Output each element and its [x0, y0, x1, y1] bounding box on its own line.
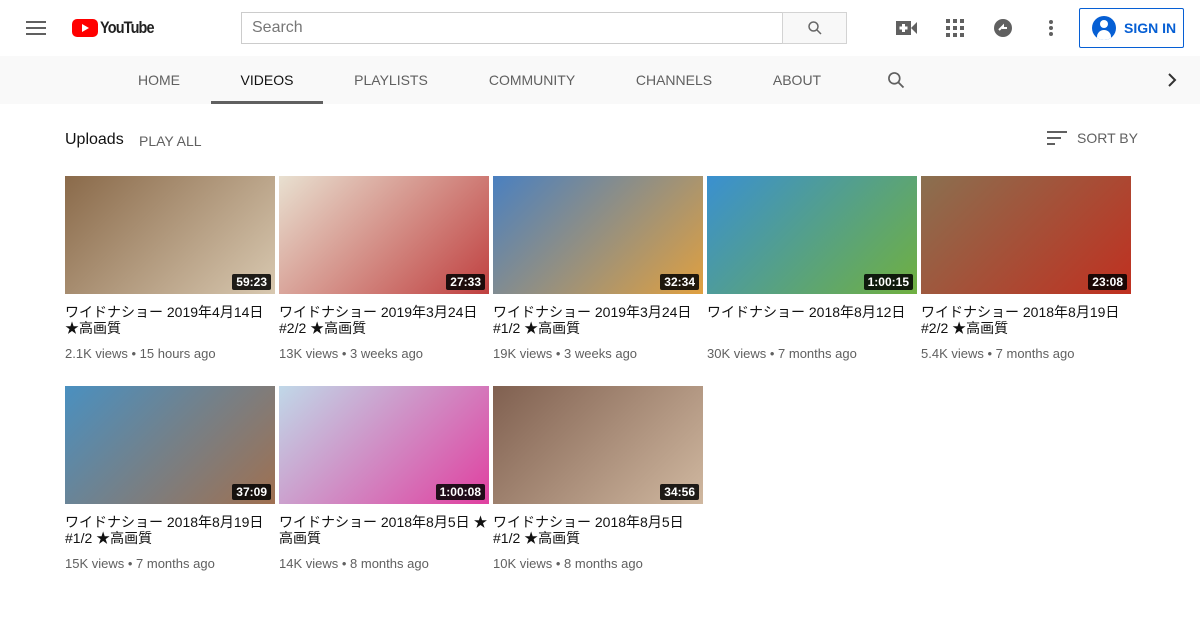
- video-duration: 34:56: [660, 484, 699, 500]
- view-count: 14K views: [279, 556, 339, 571]
- video-thumbnail[interactable]: 23:08: [921, 176, 1131, 294]
- tab-about[interactable]: ABOUT: [762, 56, 832, 104]
- channel-tabs: HOME VIDEOS PLAYLISTS COMMUNITY CHANNELS…: [0, 56, 1200, 104]
- video-meta: 5.4K views • 7 months ago: [921, 346, 1075, 361]
- video-title[interactable]: ワイドナショー 2018年8月5日 #1/2 ★高画質: [493, 514, 703, 546]
- chevron-right-icon[interactable]: [1162, 56, 1182, 104]
- video-title[interactable]: ワイドナショー 2018年8月19日 #1/2 ★高画質: [65, 514, 275, 546]
- video-meta: 13K views • 3 weeks ago: [279, 346, 424, 361]
- upload-age: 3 weeks ago: [564, 346, 638, 361]
- video-card[interactable]: 1:00:08 ワイドナショー 2018年8月5日 ★高画質 14K views…: [279, 386, 489, 571]
- view-count: 30K views: [707, 346, 767, 361]
- tab-community[interactable]: COMMUNITY: [477, 56, 587, 104]
- messages-icon[interactable]: [991, 16, 1015, 40]
- video-thumbnail[interactable]: 1:00:08: [279, 386, 489, 504]
- video-card[interactable]: 27:33 ワイドナショー 2019年3月24日 #2/2 ★高画質 13K v…: [279, 176, 489, 361]
- create-video-icon[interactable]: [895, 16, 919, 40]
- video-card[interactable]: 59:23 ワイドナショー 2019年4月14日 ★高画質 2.1K views…: [65, 176, 275, 361]
- video-meta: 14K views • 8 months ago: [279, 556, 429, 571]
- upload-age: 8 months ago: [350, 556, 429, 571]
- video-title[interactable]: ワイドナショー 2018年8月19日 #2/2 ★高画質: [921, 304, 1131, 336]
- view-count: 15K views: [65, 556, 125, 571]
- upload-age: 8 months ago: [564, 556, 643, 571]
- section-title: Uploads: [65, 131, 124, 148]
- view-count: 19K views: [493, 346, 553, 361]
- video-thumbnail[interactable]: 37:09: [65, 386, 275, 504]
- upload-age: 7 months ago: [136, 556, 215, 571]
- video-duration: 1:00:15: [863, 274, 913, 290]
- video-thumbnail[interactable]: 1:00:15: [707, 176, 917, 294]
- video-duration: 23:08: [1088, 274, 1127, 290]
- video-duration: 1:00:08: [435, 484, 485, 500]
- tab-channels[interactable]: CHANNELS: [625, 56, 723, 104]
- video-card[interactable]: 37:09 ワイドナショー 2018年8月19日 #1/2 ★高画質 15K v…: [65, 386, 275, 571]
- search-button[interactable]: [782, 12, 847, 44]
- view-count: 5.4K views: [921, 346, 984, 361]
- video-meta: 15K views • 7 months ago: [65, 556, 215, 571]
- video-meta: 19K views • 3 weeks ago: [493, 346, 638, 361]
- video-title[interactable]: ワイドナショー 2018年8月12日: [707, 304, 917, 336]
- upload-age: 7 months ago: [778, 346, 857, 361]
- sort-icon: [1047, 131, 1067, 145]
- account-icon: [1092, 16, 1116, 40]
- upload-age: 3 weeks ago: [350, 346, 424, 361]
- video-thumbnail[interactable]: 32:34: [493, 176, 703, 294]
- video-card[interactable]: 23:08 ワイドナショー 2018年8月19日 #2/2 ★高画質 5.4K …: [921, 176, 1131, 361]
- video-thumbnail[interactable]: 59:23: [65, 176, 275, 294]
- view-count: 13K views: [279, 346, 339, 361]
- video-card[interactable]: 1:00:15 ワイドナショー 2018年8月12日 30K views • 7…: [707, 176, 917, 361]
- video-title[interactable]: ワイドナショー 2019年4月14日 ★高画質: [65, 304, 275, 336]
- video-thumbnail[interactable]: 27:33: [279, 176, 489, 294]
- masthead: YouTube SIGN IN: [0, 0, 1200, 56]
- channel-search-icon[interactable]: [884, 56, 908, 104]
- play-all-button[interactable]: PLAY ALL: [139, 133, 202, 149]
- view-count: 10K views: [493, 556, 553, 571]
- upload-age: 15 hours ago: [139, 346, 216, 361]
- video-title[interactable]: ワイドナショー 2018年8月5日 ★高画質: [279, 514, 489, 546]
- video-meta: 30K views • 7 months ago: [707, 346, 857, 361]
- video-duration: 32:34: [660, 274, 699, 290]
- video-card[interactable]: 32:34 ワイドナショー 2019年3月24日 #1/2 ★高画質 19K v…: [493, 176, 703, 361]
- video-duration: 59:23: [232, 274, 271, 290]
- view-count: 2.1K views: [65, 346, 128, 361]
- sort-by-button[interactable]: SORT BY: [1047, 130, 1138, 146]
- upload-age: 7 months ago: [995, 346, 1075, 361]
- play-icon: [72, 19, 98, 37]
- search-input[interactable]: [241, 12, 783, 44]
- video-duration: 37:09: [232, 484, 271, 500]
- more-options-icon[interactable]: [1039, 16, 1063, 40]
- apps-grid-icon[interactable]: [943, 16, 967, 40]
- video-meta: 2.1K views • 15 hours ago: [65, 346, 216, 361]
- tab-playlists[interactable]: PLAYLISTS: [342, 56, 440, 104]
- video-duration: 27:33: [446, 274, 485, 290]
- menu-icon[interactable]: [24, 18, 48, 38]
- sign-in-button[interactable]: SIGN IN: [1079, 8, 1184, 48]
- video-meta: 10K views • 8 months ago: [493, 556, 643, 571]
- video-title[interactable]: ワイドナショー 2019年3月24日 #2/2 ★高画質: [279, 304, 489, 336]
- youtube-logo[interactable]: YouTube: [72, 18, 163, 38]
- video-card[interactable]: 34:56 ワイドナショー 2018年8月5日 #1/2 ★高画質 10K vi…: [493, 386, 703, 571]
- video-title[interactable]: ワイドナショー 2019年3月24日 #1/2 ★高画質: [493, 304, 703, 336]
- tab-home[interactable]: HOME: [126, 56, 192, 104]
- search-icon: [807, 21, 822, 35]
- tab-videos[interactable]: VIDEOS: [211, 56, 323, 104]
- video-thumbnail[interactable]: 34:56: [493, 386, 703, 504]
